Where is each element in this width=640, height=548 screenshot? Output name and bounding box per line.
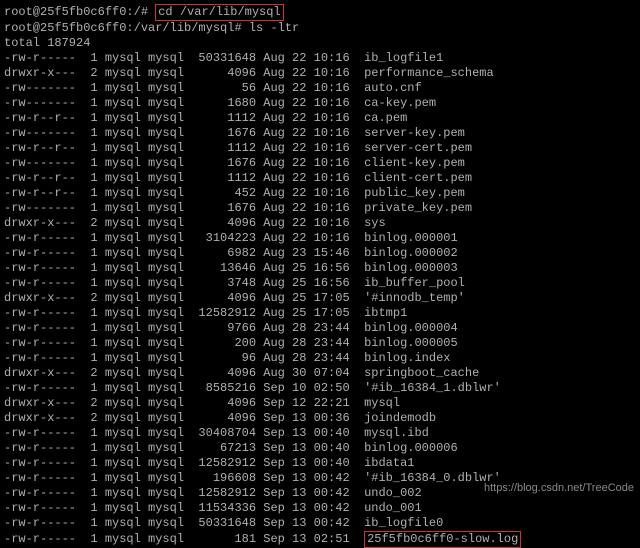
file-name: '#ib_16384_1.dblwr' [364,381,501,395]
prompt-symbol: # [141,5,148,19]
file-name: undo_002 [364,486,422,500]
list-row: -rw-r----- 1 mysql mysql 200 Aug 28 23:4… [4,336,636,351]
file-name: binlog.000002 [364,246,458,260]
list-row: -rw------- 1 mysql mysql 1676 Aug 22 10:… [4,156,636,171]
command-ls: ls -ltr [249,21,299,35]
command-cd: cd /var/lib/mysql [155,4,283,21]
list-row: -rw-r----- 1 mysql mysql 181 Sep 13 02:5… [4,531,636,548]
file-name: binlog.000004 [364,321,458,335]
list-row: -rw-r--r-- 1 mysql mysql 452 Aug 22 10:1… [4,186,636,201]
file-name: mysql [364,396,400,410]
file-name: '#ib_16384_0.dblwr' [364,471,501,485]
list-row: drwxr-x--- 2 mysql mysql 4096 Sep 12 22:… [4,396,636,411]
file-name: binlog.index [364,351,450,365]
prompt-line-2: root@25f5fb0c6ff0:/var/lib/mysql# ls -lt… [4,21,636,36]
list-row: -rw-r----- 1 mysql mysql 3748 Aug 25 16:… [4,276,636,291]
file-name: mysql.ibd [364,426,429,440]
file-name: ib_buffer_pool [364,276,465,290]
file-name: ibtmp1 [364,306,407,320]
file-name: client-cert.pem [364,171,472,185]
list-row: -rw------- 1 mysql mysql 1676 Aug 22 10:… [4,126,636,141]
list-row: -rw-r--r-- 1 mysql mysql 1112 Aug 22 10:… [4,141,636,156]
list-row: -rw-r----- 1 mysql mysql 12582912 Sep 13… [4,456,636,471]
file-slow-log: 25f5fb0c6ff0-slow.log [364,531,521,548]
prompt-line-1: root@25f5fb0c6ff0:/# cd /var/lib/mysql [4,4,636,21]
list-row: -rw------- 1 mysql mysql 56 Aug 22 10:16… [4,81,636,96]
list-row: -rw-r----- 1 mysql mysql 96 Aug 28 23:44… [4,351,636,366]
file-name: ib_logfile0 [364,516,443,530]
list-row: drwxr-x--- 2 mysql mysql 4096 Sep 13 00:… [4,411,636,426]
file-name: auto.cnf [364,81,422,95]
file-name: server-key.pem [364,126,465,140]
list-row: -rw-r----- 1 mysql mysql 12582912 Aug 25… [4,306,636,321]
prompt-user: root@25f5fb0c6ff0:/ [4,5,141,19]
file-listing: -rw-r----- 1 mysql mysql 50331648 Aug 22… [4,51,636,548]
total-line: total 187924 [4,36,636,51]
list-row: -rw-r--r-- 1 mysql mysql 1112 Aug 22 10:… [4,171,636,186]
list-row: -rw-r----- 1 mysql mysql 11534336 Sep 13… [4,501,636,516]
list-row: drwxr-x--- 2 mysql mysql 4096 Aug 25 17:… [4,291,636,306]
list-row: -rw-r----- 1 mysql mysql 30408704 Sep 13… [4,426,636,441]
list-row: -rw-r----- 1 mysql mysql 50331648 Aug 22… [4,51,636,66]
list-row: -rw-r----- 1 mysql mysql 9766 Aug 28 23:… [4,321,636,336]
file-name: private_key.pem [364,201,472,215]
list-row: -rw-r----- 1 mysql mysql 67213 Sep 13 00… [4,441,636,456]
file-name: joindemodb [364,411,436,425]
file-name: undo_001 [364,501,422,515]
list-row: drwxr-x--- 2 mysql mysql 4096 Aug 22 10:… [4,216,636,231]
list-row: -rw------- 1 mysql mysql 1676 Aug 22 10:… [4,201,636,216]
prompt-user: root@25f5fb0c6ff0:/var/lib/mysql [4,21,234,35]
terminal-output: root@25f5fb0c6ff0:/# cd /var/lib/mysql r… [4,4,636,548]
file-name: binlog.000006 [364,441,458,455]
file-name: performance_schema [364,66,494,80]
list-row: -rw-r----- 1 mysql mysql 50331648 Sep 13… [4,516,636,531]
file-name: '#innodb_temp' [364,291,465,305]
file-name: ib_logfile1 [364,51,443,65]
file-name: binlog.000003 [364,261,458,275]
list-row: drwxr-x--- 2 mysql mysql 4096 Aug 22 10:… [4,66,636,81]
list-row: -rw-r----- 1 mysql mysql 6982 Aug 23 15:… [4,246,636,261]
file-name: sys [364,216,386,230]
prompt-symbol: # [234,21,241,35]
file-name: client-key.pem [364,156,465,170]
list-row: -rw-r----- 1 mysql mysql 8585216 Sep 10 … [4,381,636,396]
watermark: https://blog.csdn.net/TreeCode [484,481,634,496]
file-name: public_key.pem [364,186,465,200]
list-row: drwxr-x--- 2 mysql mysql 4096 Aug 30 07:… [4,366,636,381]
file-name: ca-key.pem [364,96,436,110]
list-row: -rw-r----- 1 mysql mysql 3104223 Aug 22 … [4,231,636,246]
file-name: binlog.000005 [364,336,458,350]
file-name: springboot_cache [364,366,479,380]
list-row: -rw-r----- 1 mysql mysql 13646 Aug 25 16… [4,261,636,276]
list-row: -rw-r--r-- 1 mysql mysql 1112 Aug 22 10:… [4,111,636,126]
file-name: binlog.000001 [364,231,458,245]
file-name: server-cert.pem [364,141,472,155]
file-name: ca.pem [364,111,407,125]
file-name: ibdata1 [364,456,414,470]
list-row: -rw------- 1 mysql mysql 1680 Aug 22 10:… [4,96,636,111]
